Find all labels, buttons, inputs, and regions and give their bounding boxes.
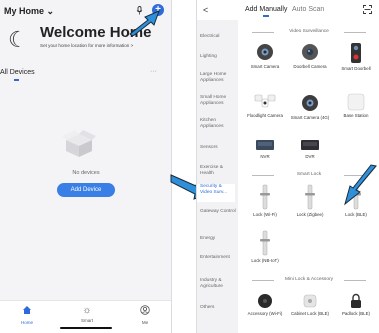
- base-station-icon: [347, 93, 365, 111]
- section-mini-lock-accessory: Mini Lock & Accessory: [242, 277, 376, 282]
- padlock-icon: [351, 293, 361, 308]
- device-doorbell-camera[interactable]: Doorbell Camera: [288, 42, 332, 69]
- sidebar-item-lighting[interactable]: Lighting: [200, 54, 238, 60]
- device-label: DVR: [305, 154, 315, 159]
- device-label: Smart Doorbell: [341, 66, 371, 71]
- device-lock-zigbee[interactable]: Lock (Zigbee): [288, 184, 332, 217]
- sidebar-item-electrical[interactable]: Electrical: [200, 34, 238, 40]
- tab-home[interactable]: Home: [12, 305, 42, 325]
- sidebar-item-small-home-appliances[interactable]: Small Home Appliances: [200, 95, 238, 107]
- tab-smart[interactable]: ☼ Smart: [72, 305, 102, 323]
- device-lock-nbiot[interactable]: Lock (NB-IoT): [243, 230, 287, 263]
- device-label: Lock (NB-IoT): [251, 258, 279, 263]
- device-smart-camera-4g[interactable]: Smart Camera (4G): [288, 93, 332, 120]
- sidebar-item-sensors[interactable]: Sensors: [200, 145, 238, 151]
- moon-icon: ☾: [8, 27, 28, 52]
- add-device-button[interactable]: Add Device: [57, 183, 115, 197]
- device-padlock-ble[interactable]: Padlock (BLE): [334, 293, 378, 316]
- tab-me[interactable]: Me: [130, 305, 160, 325]
- sidebar-item-exercise-health[interactable]: Exercise & Health: [200, 165, 238, 177]
- lock-icon: [260, 184, 270, 210]
- tab-all-devices[interactable]: All Devices: [0, 69, 35, 76]
- sidebar-item-gateway-control[interactable]: Gateway Control: [200, 209, 238, 215]
- camera-icon: [302, 95, 318, 111]
- user-icon: [130, 305, 160, 319]
- device-label: Lock (Wi-Fi): [253, 212, 277, 217]
- accessory-icon: [258, 294, 272, 308]
- camera-icon: [302, 44, 318, 60]
- device-label: Cabinet Lock (BLE): [290, 311, 330, 316]
- pointer-arrow-lock-ble: [342, 164, 378, 213]
- welcome-subtitle: Set your home location for more informat…: [40, 43, 134, 48]
- device-dvr[interactable]: DVR: [288, 138, 332, 159]
- pointer-arrow-plus: [128, 8, 164, 41]
- device-label: NVR: [260, 154, 270, 159]
- device-label: Padlock (BLE): [341, 311, 371, 316]
- tab-label: Home: [20, 320, 33, 325]
- sidebar-item-others[interactable]: Others: [200, 305, 238, 311]
- home-indicator: [60, 327, 112, 329]
- sidebar-item-energy[interactable]: Energy: [200, 236, 238, 242]
- empty-state-text: No devices: [72, 170, 100, 176]
- device-label: Smart Camera (4G): [290, 115, 330, 120]
- recorder-icon: [301, 140, 319, 150]
- cabinet-lock-icon: [303, 294, 317, 308]
- tab-label: Smart: [80, 318, 93, 323]
- home-title: My Home: [4, 6, 45, 16]
- home-screen: My Home ⌄ + ☾ Welcome Home Set your home…: [0, 0, 172, 333]
- device-accessory-wifi[interactable]: Accessory (Wi-Fi): [243, 293, 287, 316]
- stage: My Home ⌄ + ☾ Welcome Home Set your home…: [0, 0, 379, 333]
- home-icon: [12, 305, 42, 319]
- sidebar-item-security[interactable]: Security & Video Surv...: [197, 184, 235, 202]
- device-smart-doorbell[interactable]: Smart Doorbell: [334, 42, 378, 71]
- device-lock-wifi[interactable]: Lock (Wi-Fi): [243, 184, 287, 217]
- device-label: Doorbell Camera: [293, 64, 327, 69]
- chevron-down-icon: ⌄: [46, 6, 55, 16]
- device-label: Base Station: [343, 113, 369, 118]
- tab-label: Me: [141, 320, 149, 325]
- device-base-station[interactable]: Base Station: [334, 93, 378, 118]
- scan-icon[interactable]: [363, 5, 372, 16]
- floodlight-icon: [254, 94, 276, 108]
- device-label: Smart Camera: [250, 64, 280, 69]
- sidebar-item-industry-agriculture[interactable]: Industry & Agriculture: [200, 278, 238, 290]
- recorder-icon: [256, 140, 274, 150]
- empty-box-icon: [62, 130, 96, 158]
- device-label: Floodlight Camera: [247, 113, 283, 118]
- sidebar-item-kitchen-appliances[interactable]: Kitchen Appliances: [200, 118, 238, 130]
- tab-underline: [14, 79, 19, 81]
- lock-icon: [305, 184, 315, 210]
- category-sidebar: Electrical Lighting Large Home Appliance…: [197, 20, 238, 333]
- device-smart-camera[interactable]: Smart Camera: [243, 42, 287, 69]
- device-label: Accessory (Wi-Fi): [247, 311, 283, 316]
- more-icon[interactable]: ···: [150, 68, 157, 75]
- lock-icon: [260, 230, 270, 256]
- doorbell-icon: [351, 43, 361, 63]
- home-selector[interactable]: My Home ⌄: [4, 6, 54, 17]
- sidebar-item-large-home-appliances[interactable]: Large Home Appliances: [200, 72, 238, 84]
- tab-add-manually[interactable]: Add Manually: [245, 6, 287, 13]
- device-label: Lock (Zigbee): [296, 212, 324, 217]
- section-video-surveillance: Video Surveillance: [242, 29, 376, 34]
- sun-icon: ☼: [82, 305, 92, 316]
- device-nvr[interactable]: NVR: [243, 138, 287, 159]
- back-icon[interactable]: <: [203, 5, 208, 15]
- camera-icon: [257, 44, 273, 60]
- device-floodlight-camera[interactable]: Floodlight Camera: [243, 93, 287, 118]
- device-cabinet-lock-ble[interactable]: Cabinet Lock (BLE): [288, 293, 332, 316]
- sidebar-item-entertainment[interactable]: Entertainment: [200, 255, 238, 261]
- tab-underline: [263, 15, 269, 17]
- tab-auto-scan[interactable]: Auto Scan: [292, 6, 324, 13]
